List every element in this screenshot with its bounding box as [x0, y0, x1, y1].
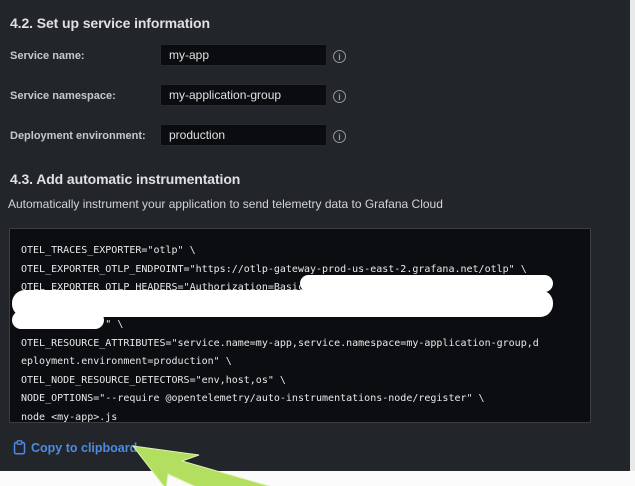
screenshot-bottom-margin [0, 471, 635, 486]
service-namespace-label: Service namespace: [10, 90, 116, 102]
redaction-overlay [12, 311, 104, 329]
screenshot-right-margin [630, 0, 635, 486]
copy-to-clipboard-label: Copy to clipboard [31, 441, 137, 455]
service-namespace-input[interactable] [160, 84, 327, 106]
section-title-instrumentation: 4.3. Add automatic instrumentation [10, 171, 240, 187]
info-icon[interactable]: i [333, 90, 346, 103]
clipboard-icon [13, 440, 26, 455]
setup-page: 4.2. Set up service information Service … [0, 0, 635, 486]
service-name-label: Service name: [10, 50, 85, 62]
deployment-environment-input[interactable] [160, 124, 327, 146]
service-name-input[interactable] [160, 44, 327, 66]
info-icon[interactable]: i [333, 50, 346, 63]
info-icon[interactable]: i [333, 130, 346, 143]
copy-to-clipboard-button[interactable]: Copy to clipboard [13, 440, 137, 455]
section-title-service-info: 4.2. Set up service information [10, 15, 210, 31]
deployment-environment-label: Deployment environment: [10, 130, 146, 142]
instrumentation-description: Automatically instrument your applicatio… [8, 197, 443, 211]
